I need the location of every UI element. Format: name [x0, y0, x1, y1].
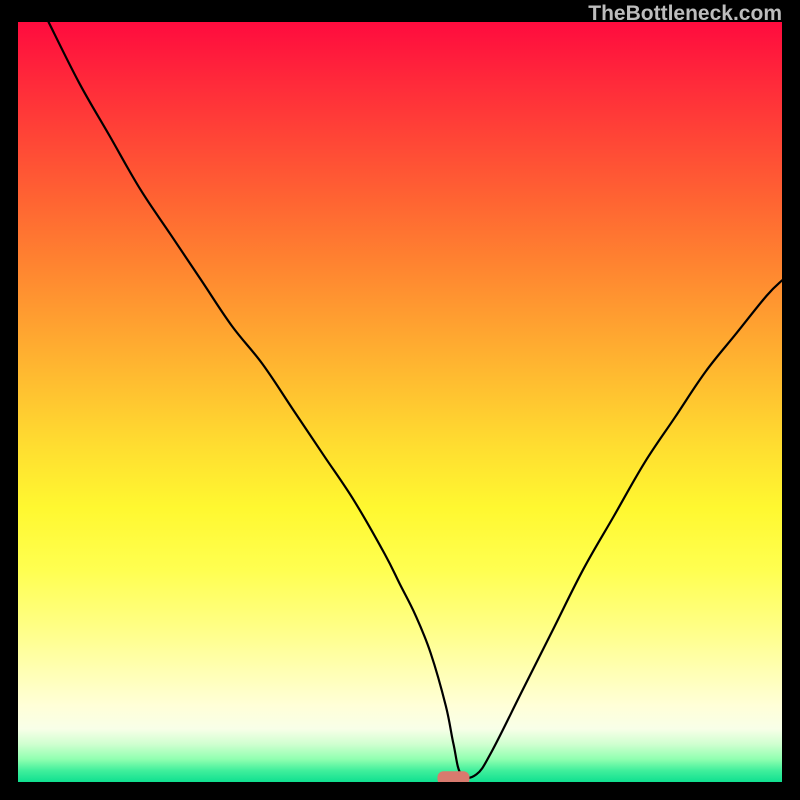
- chart-svg-layer: [18, 22, 782, 782]
- watermark-text: TheBottleneck.com: [588, 2, 782, 26]
- bottleneck-curve: [49, 22, 782, 778]
- optimal-point-marker: [437, 771, 469, 782]
- bottleneck-chart: [18, 22, 782, 782]
